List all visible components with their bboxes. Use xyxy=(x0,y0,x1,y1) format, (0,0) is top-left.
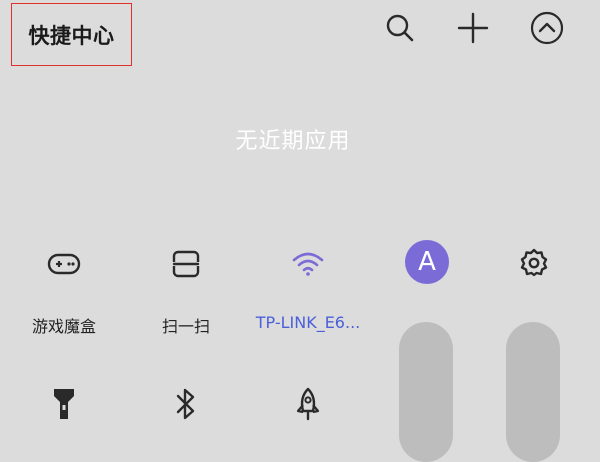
scan-icon xyxy=(170,248,202,280)
tile-rocket[interactable] xyxy=(286,382,330,426)
wifi-icon xyxy=(291,250,325,278)
tile-game-box-label: 游戏魔盒 xyxy=(31,317,96,336)
plus-icon xyxy=(457,12,489,44)
tile-scan[interactable] xyxy=(164,242,208,286)
tile-scan-label: 扫一扫 xyxy=(161,317,210,336)
tile-bluetooth[interactable] xyxy=(164,382,208,426)
tile-game-box[interactable] xyxy=(42,242,86,286)
search-icon xyxy=(384,12,416,44)
brightness-slider[interactable] xyxy=(399,322,453,462)
tile-wifi-label: TP-LINK_E6... xyxy=(255,313,361,332)
gamepad-icon xyxy=(46,249,82,279)
tile-flashlight[interactable] xyxy=(42,382,86,426)
chevron-up-circle-icon xyxy=(530,11,564,45)
page-title-text: 快捷中心 xyxy=(28,23,115,48)
tile-settings[interactable] xyxy=(512,240,556,284)
bluetooth-icon xyxy=(175,387,197,421)
account-avatar-letter: A xyxy=(418,247,436,277)
search-button[interactable] xyxy=(382,10,418,46)
volume-slider[interactable] xyxy=(506,322,560,462)
collapse-button[interactable] xyxy=(529,10,565,46)
flashlight-icon xyxy=(52,387,76,421)
rocket-icon xyxy=(294,387,322,421)
page-title: 快捷中心 xyxy=(11,3,132,66)
recent-apps-empty-text: 无近期应用 xyxy=(235,129,351,154)
gear-icon xyxy=(519,247,549,277)
account-icon[interactable]: A xyxy=(405,240,449,284)
tile-wifi[interactable] xyxy=(286,242,330,286)
add-button[interactable] xyxy=(455,10,491,46)
